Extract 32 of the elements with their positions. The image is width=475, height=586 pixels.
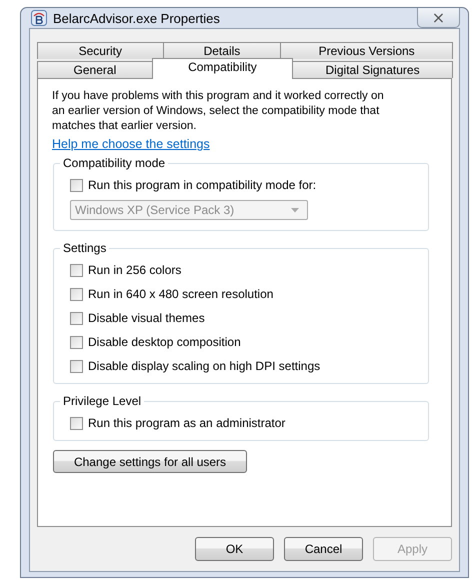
help-link[interactable]: Help me choose the settings bbox=[52, 137, 210, 151]
checkbox[interactable] bbox=[70, 336, 83, 348]
checkbox[interactable] bbox=[70, 288, 83, 300]
checkbox[interactable] bbox=[70, 312, 83, 324]
checkbox-label: Run this program in compatibility mode for: bbox=[88, 178, 316, 192]
close-button[interactable]: × bbox=[417, 8, 460, 28]
checkbox-label: Disable visual themes bbox=[88, 311, 205, 325]
checkbox-label: Run in 256 colors bbox=[88, 263, 182, 277]
group-title: Compatibility mode bbox=[60, 156, 168, 170]
checkbox-label: Disable desktop composition bbox=[88, 335, 241, 349]
app-icon bbox=[31, 10, 47, 26]
dialog-button[interactable]: OK bbox=[195, 537, 274, 561]
tab[interactable]: Compatibility bbox=[152, 58, 294, 79]
checkbox[interactable] bbox=[70, 416, 83, 430]
checkbox[interactable] bbox=[70, 264, 83, 276]
checkbox[interactable] bbox=[70, 360, 83, 372]
checkbox[interactable] bbox=[70, 178, 83, 192]
caret-icon bbox=[291, 208, 299, 212]
tab[interactable]: Previous Versions bbox=[280, 42, 453, 59]
tab[interactable]: Security bbox=[37, 42, 164, 59]
dialog-button[interactable]: Cancel bbox=[284, 537, 363, 561]
checkbox-label: Disable display scaling on high DPI settings bbox=[88, 359, 320, 373]
intro-text: If you have problems with this program and it worked correctly on an earlier version of Windows, select the compatibility mode that matches that earlier version. bbox=[52, 89, 385, 134]
tab[interactable]: Details bbox=[162, 42, 282, 59]
checkbox-label: Run this program as an administrator bbox=[88, 416, 286, 430]
change-settings-button[interactable]: Change settings for all users bbox=[53, 450, 247, 473]
window-title: BelarcAdvisor.exe Properties bbox=[53, 10, 220, 26]
tab[interactable]: Digital Signatures bbox=[292, 61, 454, 78]
checkbox-label: Run in 640 x 480 screen resolution bbox=[88, 287, 274, 301]
group-title: Settings bbox=[60, 241, 110, 255]
tab[interactable]: General bbox=[37, 61, 153, 78]
group-title: Privilege Level bbox=[60, 394, 144, 408]
